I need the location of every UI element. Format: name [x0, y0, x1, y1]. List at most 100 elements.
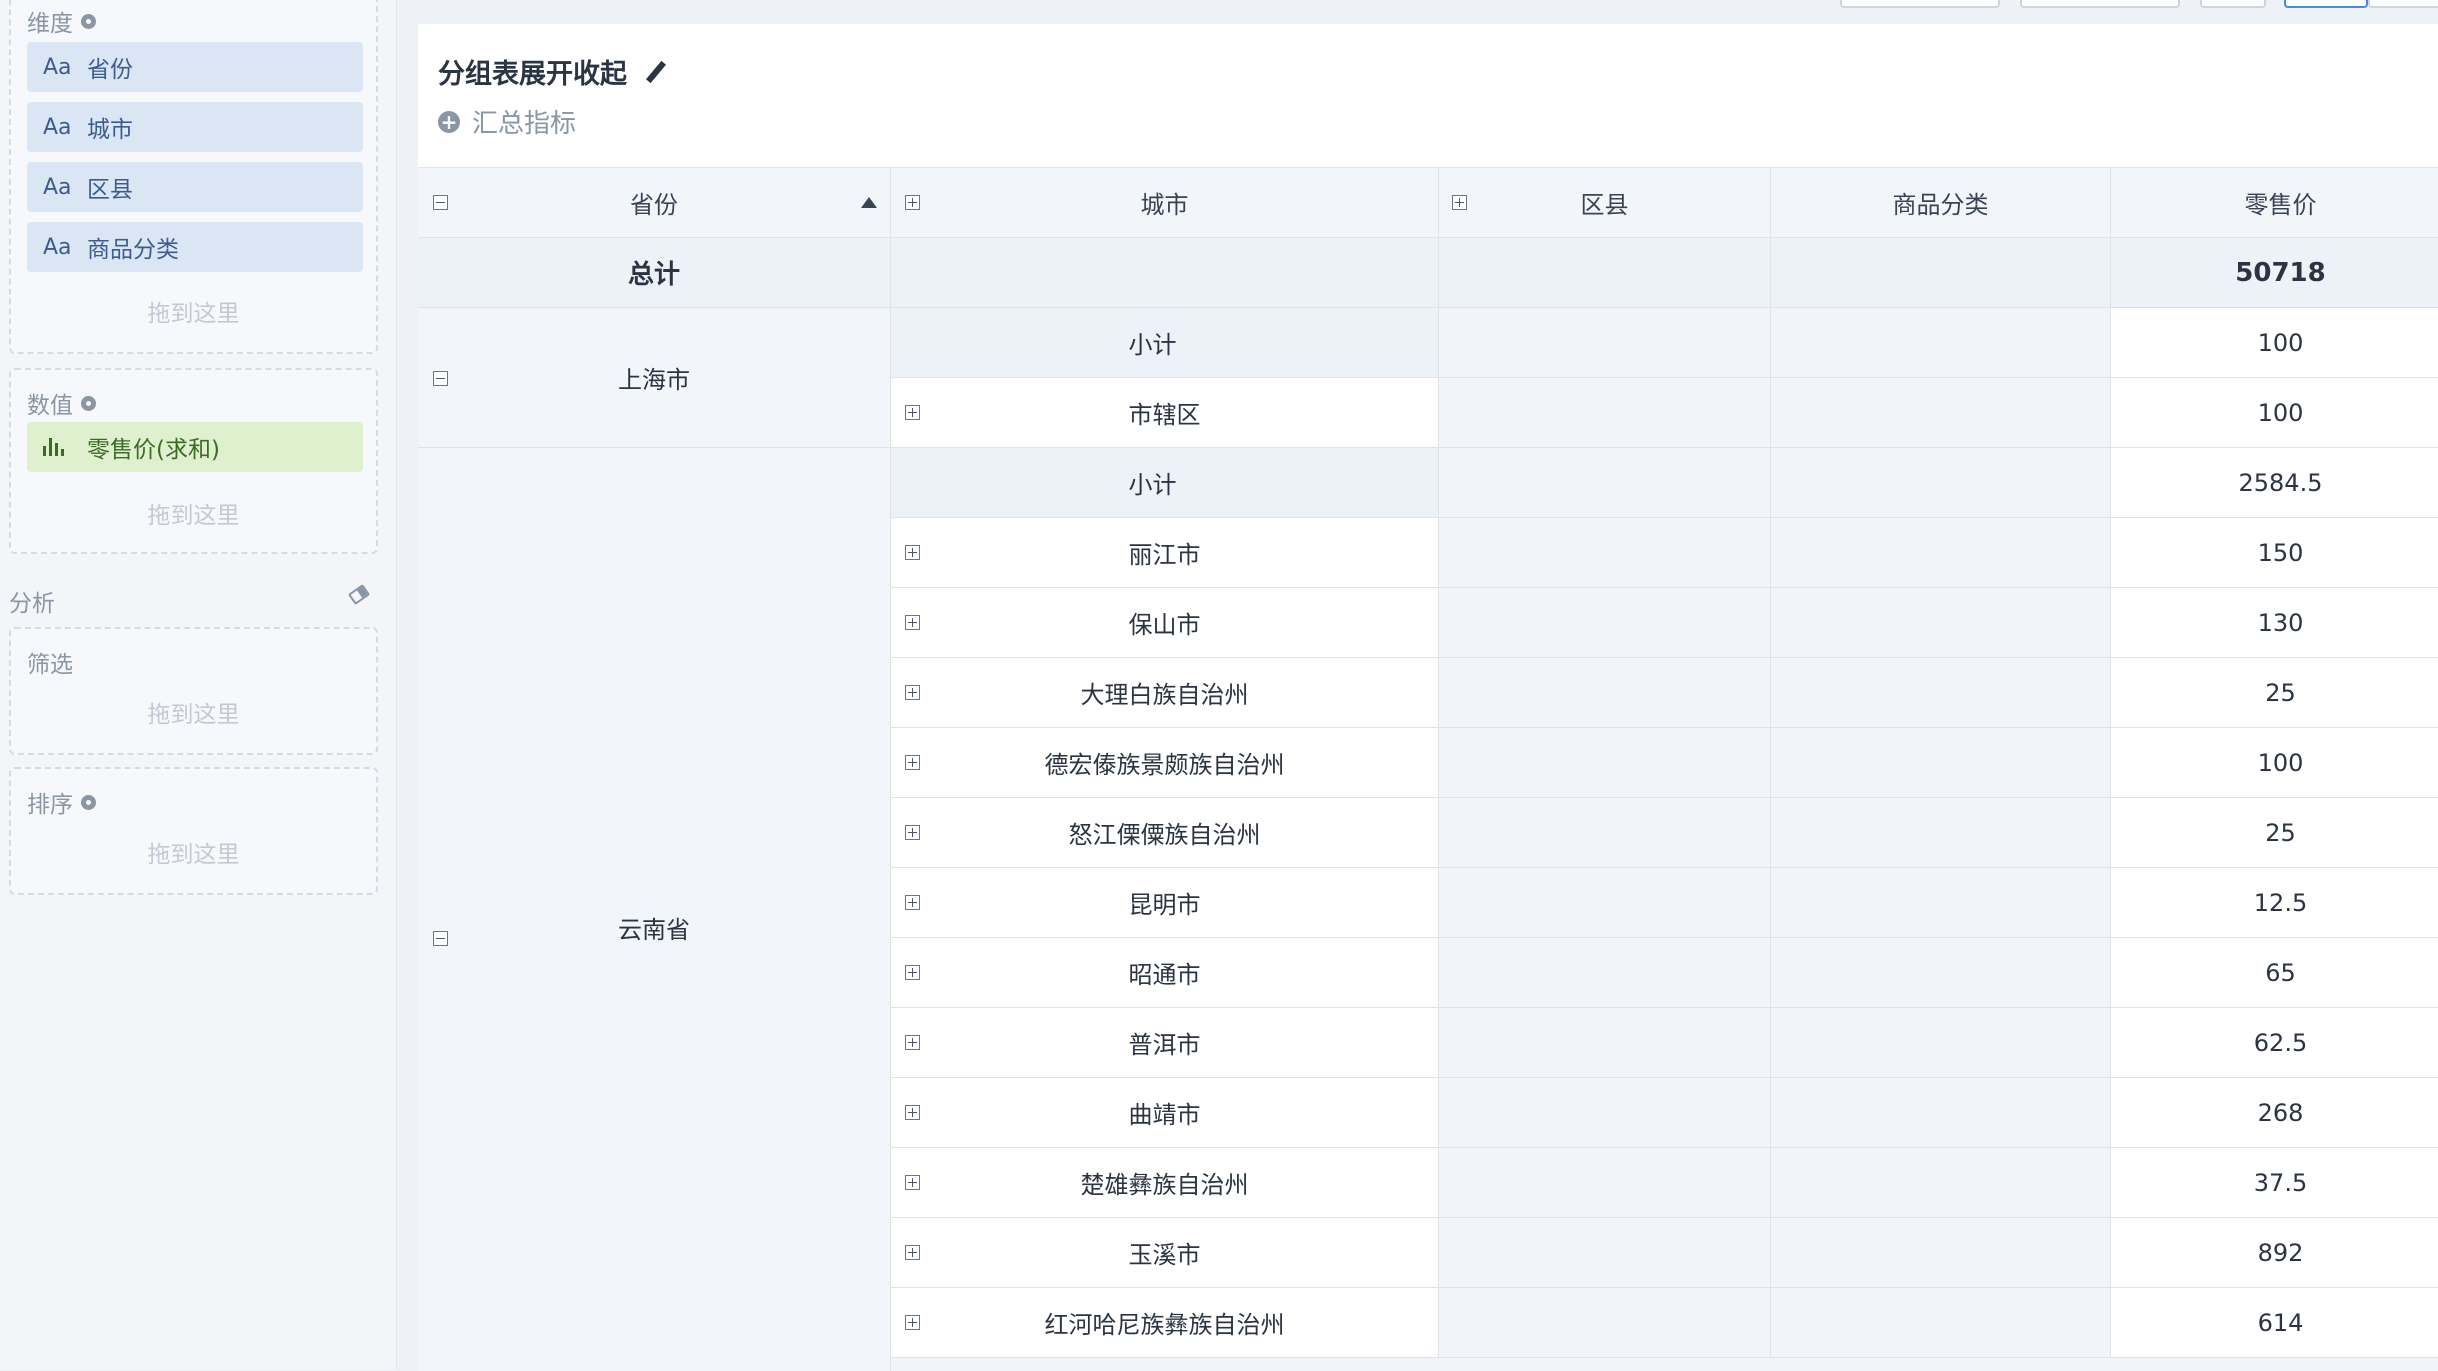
collapse-icon[interactable]	[433, 371, 448, 386]
text-type-icon: Aa	[43, 54, 72, 80]
retail-price-cell: 614	[2111, 1288, 2438, 1358]
row-header-province: 上海市	[418, 308, 891, 448]
category-cell	[1771, 1148, 2111, 1218]
sort-ascending-icon[interactable]	[861, 197, 877, 208]
retail-price-cell: 25	[2111, 658, 2438, 728]
city-cell: 大理白族自治州	[891, 658, 1439, 728]
toolbar-button[interactable]	[2368, 0, 2438, 8]
values-title: 数值	[27, 386, 96, 420]
category-cell	[1771, 728, 2111, 798]
expand-icon[interactable]	[905, 895, 920, 910]
category-cell	[1771, 378, 2111, 448]
expand-icon[interactable]	[905, 1035, 920, 1050]
expand-icon[interactable]	[1452, 195, 1467, 210]
drop-hint: 拖到这里	[147, 702, 240, 728]
subtotal-value: 100	[2111, 308, 2438, 378]
total-category-cell	[1771, 238, 2111, 308]
total-district-cell	[1439, 238, 1771, 308]
drop-hint: 拖到这里	[147, 842, 240, 868]
column-header-district[interactable]: 区县	[1439, 168, 1771, 238]
retail-price-cell: 130	[2111, 588, 2438, 658]
district-cell	[1439, 378, 1771, 448]
district-cell	[1439, 1078, 1771, 1148]
row-header-province: 云南省	[418, 448, 891, 1371]
category-cell	[1771, 658, 2111, 728]
gear-icon[interactable]	[81, 794, 96, 810]
column-header-city[interactable]: 城市	[891, 168, 1439, 238]
city-cell: 玉溪市	[891, 1218, 1439, 1288]
expand-icon[interactable]	[905, 1175, 920, 1190]
dimensions-title: 维度	[27, 4, 96, 38]
toolbar-button[interactable]	[2020, 0, 2180, 8]
district-cell	[1439, 1218, 1771, 1288]
category-cell	[1771, 938, 2111, 1008]
collapse-icon[interactable]	[433, 195, 448, 210]
expand-icon[interactable]	[905, 545, 920, 560]
retail-price-cell: 892	[2111, 1218, 2438, 1288]
category-cell	[1771, 448, 2111, 518]
district-cell	[1439, 1288, 1771, 1358]
retail-price-cell: 150	[2111, 518, 2438, 588]
gear-icon[interactable]	[81, 395, 96, 411]
filter-title: 筛选	[27, 652, 73, 678]
toolbar-button[interactable]	[2200, 0, 2266, 8]
plus-circle-icon: +	[438, 110, 460, 133]
field-pill-category[interactable]: Aa 商品分类	[27, 222, 363, 272]
category-cell	[1771, 1008, 2111, 1078]
district-cell	[1439, 518, 1771, 588]
drop-hint: 拖到这里	[147, 301, 240, 327]
column-header-category[interactable]: 商品分类	[1771, 168, 2111, 238]
city-cell: 昭通市	[891, 938, 1439, 1008]
category-cell	[1771, 588, 2111, 658]
category-cell	[1771, 1218, 2111, 1288]
add-summary-metric[interactable]: + 汇总指标	[438, 103, 576, 140]
expand-icon[interactable]	[905, 965, 920, 980]
expand-icon[interactable]	[905, 1105, 920, 1120]
text-type-icon: Aa	[43, 234, 72, 260]
dimensions-dropzone[interactable]: 维度 Aa 省份 Aa 城市 Aa 区县 Aa 商品分类 拖到这里	[9, 0, 378, 354]
sort-dropzone[interactable]: 排序 拖到这里	[9, 767, 378, 895]
drop-hint: 拖到这里	[147, 503, 240, 529]
retail-price-cell: 268	[2111, 1078, 2438, 1148]
retail-price-cell: 65	[2111, 938, 2438, 1008]
city-cell: 怒江傈僳族自治州	[891, 798, 1439, 868]
toolbar-button[interactable]	[1840, 0, 2000, 8]
city-cell: 昆明市	[891, 868, 1439, 938]
column-header-retail-price[interactable]: 零售价	[2111, 168, 2438, 238]
gear-icon[interactable]	[81, 13, 96, 29]
total-value: 50718	[2111, 238, 2438, 308]
sort-title: 排序	[27, 785, 96, 819]
expand-icon[interactable]	[905, 825, 920, 840]
expand-icon[interactable]	[905, 615, 920, 630]
category-cell	[1771, 798, 2111, 868]
chart-title[interactable]: 分组表展开收起	[438, 52, 667, 91]
collapse-icon[interactable]	[433, 931, 448, 946]
analysis-label: 分析	[9, 591, 55, 617]
field-pill-district[interactable]: Aa 区县	[27, 162, 363, 212]
column-header-province[interactable]: 省份	[418, 168, 891, 238]
expand-icon[interactable]	[905, 685, 920, 700]
toolbar-button-active[interactable]	[2284, 0, 2368, 8]
eraser-icon[interactable]	[347, 584, 371, 605]
district-cell	[1439, 1008, 1771, 1078]
category-cell	[1771, 1288, 2111, 1358]
category-cell	[1771, 518, 2111, 588]
expand-icon[interactable]	[905, 1315, 920, 1330]
group-table: 省份 城市 区县 商品分类 零售价 总计 50718 上海市 云南省 小计 100…	[418, 167, 2438, 1371]
expand-icon[interactable]	[905, 405, 920, 420]
district-cell	[1439, 588, 1771, 658]
expand-icon[interactable]	[905, 755, 920, 770]
expand-icon[interactable]	[905, 195, 920, 210]
filter-dropzone[interactable]: 筛选 拖到这里	[9, 627, 378, 755]
district-cell	[1439, 728, 1771, 798]
expand-icon[interactable]	[905, 1245, 920, 1260]
field-pill-province[interactable]: Aa 省份	[27, 42, 363, 92]
total-label: 总计	[418, 238, 891, 308]
city-cell: 丽江市	[891, 518, 1439, 588]
values-dropzone[interactable]: 数值 零售价(求和) 拖到这里	[9, 368, 378, 554]
city-cell: 保山市	[891, 588, 1439, 658]
field-pill-retail-price-sum[interactable]: 零售价(求和)	[27, 422, 363, 472]
retail-price-cell: 62.5	[2111, 1008, 2438, 1078]
field-pill-city[interactable]: Aa 城市	[27, 102, 363, 152]
table-row	[891, 1358, 2438, 1371]
